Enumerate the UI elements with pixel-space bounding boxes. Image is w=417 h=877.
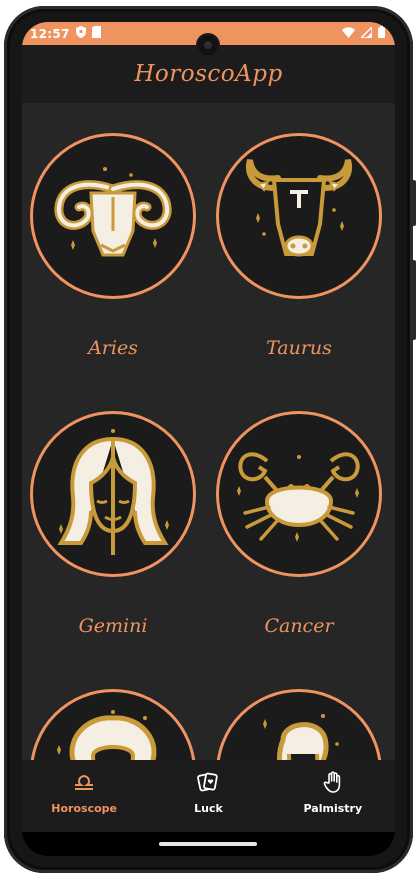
zodiac-grid[interactable]: Aries Taurus Gemini Cancer bbox=[22, 103, 395, 760]
app-title: HoroscoApp bbox=[134, 61, 283, 87]
sign-circle bbox=[216, 133, 382, 299]
sign-card-leo[interactable] bbox=[30, 689, 200, 760]
wifi-icon bbox=[342, 26, 355, 41]
sign-circle bbox=[30, 689, 196, 760]
aries-ram-icon bbox=[43, 159, 183, 273]
sim-card-icon bbox=[91, 26, 101, 41]
screen: 12:57 HoroscoApp Aries Taurus Gemini Can… bbox=[22, 22, 395, 856]
sign-label-cancer: Cancer bbox=[264, 615, 334, 637]
leo-lion-icon bbox=[53, 710, 173, 760]
status-time: 12:57 bbox=[30, 26, 70, 41]
sign-card-gemini[interactable]: Gemini bbox=[30, 411, 200, 637]
power-button bbox=[412, 180, 416, 226]
front-camera bbox=[198, 35, 218, 55]
shield-icon bbox=[75, 26, 86, 41]
taurus-bull-icon bbox=[234, 154, 364, 278]
bottom-navigation: Horoscope Luck Palmistry bbox=[22, 760, 395, 832]
nav-item-palmistry[interactable]: Palmistry bbox=[271, 760, 395, 832]
nav-label-luck: Luck bbox=[194, 802, 223, 815]
virgo-maiden-icon bbox=[239, 710, 359, 760]
sign-circle bbox=[30, 133, 196, 299]
signal-icon bbox=[359, 24, 373, 41]
sign-circle bbox=[30, 411, 196, 577]
nav-item-luck[interactable]: Luck bbox=[146, 760, 270, 832]
sign-label-aries: Aries bbox=[88, 337, 138, 359]
sign-label-gemini: Gemini bbox=[78, 615, 148, 637]
cancer-crab-icon bbox=[231, 437, 367, 551]
sign-card-cancer[interactable]: Cancer bbox=[216, 411, 386, 637]
battery-icon bbox=[378, 26, 385, 41]
cards-icon bbox=[196, 770, 220, 794]
nav-label-palmistry: Palmistry bbox=[303, 802, 363, 815]
sign-card-taurus[interactable]: Taurus bbox=[216, 133, 386, 359]
libra-icon bbox=[73, 770, 95, 794]
sign-circle bbox=[216, 689, 382, 760]
hand-icon bbox=[323, 770, 343, 794]
gesture-area bbox=[22, 832, 395, 856]
volume-button bbox=[412, 260, 416, 340]
gemini-face-icon bbox=[53, 427, 173, 561]
sign-label-taurus: Taurus bbox=[266, 337, 332, 359]
home-gesture-bar[interactable] bbox=[159, 842, 257, 846]
nav-label-horoscope: Horoscope bbox=[51, 802, 118, 815]
sign-circle bbox=[216, 411, 382, 577]
nav-item-horoscope[interactable]: Horoscope bbox=[22, 760, 146, 832]
sign-card-aries[interactable]: Aries bbox=[30, 133, 200, 359]
sign-card-virgo[interactable] bbox=[216, 689, 386, 760]
